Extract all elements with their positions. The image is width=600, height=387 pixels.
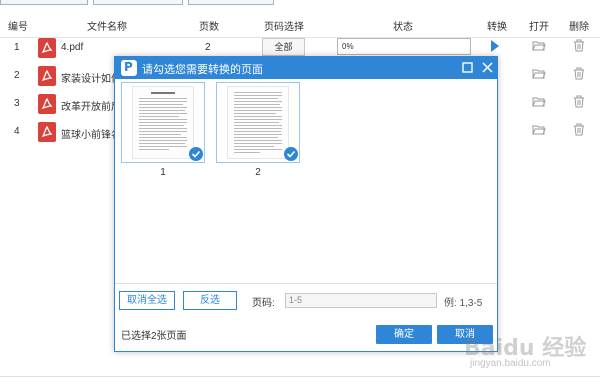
header-open: 打开: [529, 22, 549, 33]
page-thumbnail[interactable]: [121, 82, 205, 163]
header-status: 状态: [393, 22, 413, 33]
page-select-dialog: P 请勾选您需要转换的页面 1 2 取消全选 反选 页码: 1-5 例: 1,3…: [114, 56, 498, 352]
checkmark-icon: [189, 147, 203, 161]
header-pages: 页数: [199, 22, 219, 33]
dialog-title: 请勾选您需要转换的页面: [142, 64, 263, 76]
app-logo-icon: P: [121, 60, 137, 76]
pdf-file-icon: [38, 38, 56, 58]
toolbar-button-2[interactable]: [93, 0, 183, 5]
row-number: 1: [14, 42, 20, 53]
maximize-icon[interactable]: [462, 62, 473, 73]
folder-open-icon[interactable]: [532, 40, 546, 52]
close-icon[interactable]: [481, 61, 494, 74]
play-icon[interactable]: [490, 40, 500, 52]
row-filename: 改革开放前后: [61, 102, 121, 113]
trash-icon[interactable]: [573, 39, 585, 52]
page-preview: [227, 86, 289, 159]
folder-open-icon[interactable]: [532, 124, 546, 136]
header-page-select: 页码选择: [264, 22, 304, 33]
page-select-button[interactable]: 全部: [262, 38, 305, 56]
header-number: 编号: [8, 22, 28, 33]
row-filename: 4.pdf: [61, 42, 84, 53]
page-range-label: 页码:: [252, 298, 275, 309]
pdf-file-icon: [38, 94, 56, 114]
folder-open-icon[interactable]: [532, 96, 546, 108]
folder-open-icon[interactable]: [532, 68, 546, 80]
row-number: 2: [14, 70, 20, 81]
confirm-button[interactable]: 确定: [376, 325, 432, 344]
header-delete: 删除: [569, 22, 589, 33]
toolbar-button-3[interactable]: [188, 0, 274, 5]
header-convert: 转换: [487, 22, 507, 33]
row-number: 3: [14, 98, 20, 109]
row-number: 4: [14, 126, 20, 137]
deselect-all-button[interactable]: 取消全选: [119, 291, 175, 310]
page-range-example: 例: 1,3-5: [444, 298, 483, 309]
toolbar-button-1[interactable]: [0, 0, 88, 5]
trash-icon[interactable]: [573, 67, 585, 80]
pdf-file-icon: [38, 122, 56, 142]
thumbnail-label: 2: [255, 167, 261, 178]
row-filename: 篮球小前锋名: [61, 130, 121, 141]
selected-count-text: 已选择2张页面: [121, 331, 187, 342]
invert-selection-button[interactable]: 反选: [183, 291, 237, 310]
trash-icon[interactable]: [573, 95, 585, 108]
watermark-url: jingyan.baidu.com: [470, 358, 551, 369]
page-range-input[interactable]: 1-5: [285, 293, 437, 308]
thumbnail-label: 1: [160, 167, 166, 178]
header-filename: 文件名称: [87, 22, 127, 33]
page-thumbnail[interactable]: [216, 82, 300, 163]
checkmark-icon: [284, 147, 298, 161]
pdf-file-icon: [38, 66, 56, 86]
dialog-titlebar[interactable]: P 请勾选您需要转换的页面: [115, 57, 497, 79]
status-progress: 0%: [337, 38, 471, 55]
trash-icon[interactable]: [573, 123, 585, 136]
row-pages: 2: [205, 42, 211, 53]
bottom-divider: [0, 376, 600, 377]
dialog-divider: [115, 283, 497, 284]
page-preview: [132, 86, 194, 159]
row-filename: 家装设计如何: [61, 74, 121, 85]
